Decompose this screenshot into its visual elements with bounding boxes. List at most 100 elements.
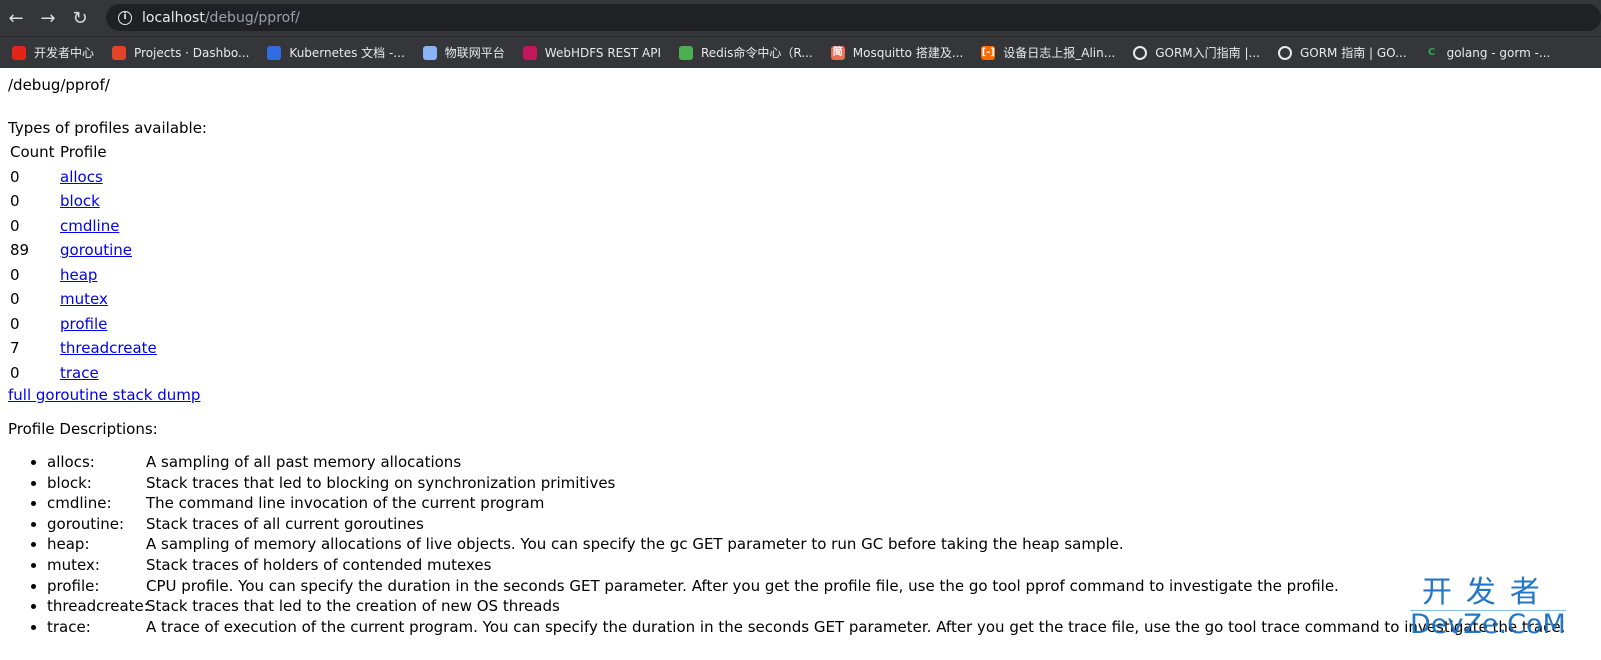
descriptions-heading: Profile Descriptions: <box>8 420 158 438</box>
profile-link-goroutine[interactable]: goroutine <box>60 241 132 259</box>
table-row: 0 profile <box>9 313 158 336</box>
bookmark-item[interactable]: 简 Mosquitto 搭建及... <box>830 44 963 61</box>
profile-link-allocs[interactable]: allocs <box>60 168 103 186</box>
description-name: allocs: <box>47 453 95 471</box>
table-row: 0 allocs <box>9 166 158 189</box>
kubernetes-icon <box>267 45 282 60</box>
page-content: /debug/pprof/ Types of profiles availabl… <box>8 76 1565 637</box>
jianshu-icon: 简 <box>830 45 845 60</box>
description-text: Stack traces that led to the creation of… <box>146 597 560 616</box>
list-item: threadcreate:Stack traces that led to th… <box>47 596 1565 617</box>
bookmark-label: 物联网平台 <box>444 46 505 60</box>
description-name: profile: <box>47 576 100 595</box>
bookmark-item[interactable]: WebHDFS REST API <box>522 45 661 60</box>
bookmark-label: Projects · Dashbo... <box>134 45 250 60</box>
description-text: The command line invocation of the curre… <box>146 494 545 513</box>
feather-icon <box>522 45 537 60</box>
list-item: heap: A sampling of memory allocations of… <box>47 534 1565 555</box>
description-name: threadcreate: <box>47 597 149 616</box>
profile-cell: allocs <box>59 166 158 189</box>
bookmark-label: 开发者中心 <box>34 46 95 60</box>
bookmark-label: GORM入门指南 |... <box>1155 46 1260 60</box>
header-count: Count <box>10 143 55 162</box>
descriptions-list: allocs: A sampling of all past memory all… <box>47 452 1565 637</box>
watermark: 开发者 DevZe.CoM <box>1410 576 1566 639</box>
profile-cell: goroutine <box>59 239 158 262</box>
table-row: 7 threadcreate <box>9 337 158 360</box>
globe-icon <box>1133 45 1148 60</box>
info-icon[interactable]: i <box>118 10 132 25</box>
description-name: goroutine: <box>47 514 125 533</box>
profile-cell: trace <box>59 362 158 385</box>
aliyun-icon <box>12 45 26 60</box>
profile-count: 0 <box>10 265 20 284</box>
profile-link-mutex[interactable]: mutex <box>60 290 108 308</box>
redis-stack-icon <box>679 45 693 60</box>
bookmark-item[interactable]: GORM 指南 | GO... <box>1277 44 1407 61</box>
description-name: mutex: <box>47 555 100 574</box>
table-row: 0 block <box>9 190 158 213</box>
profile-cell: mutex <box>59 288 158 311</box>
table-row: 0 heap <box>9 264 158 287</box>
bookmark-label: GORM 指南 | GO... <box>1299 46 1407 60</box>
bookmark-item[interactable]: 开发者中心 <box>12 44 94 61</box>
profile-cell: heap <box>59 264 158 287</box>
forward-arrow-icon[interactable]: → <box>32 8 64 29</box>
list-item: mutex: Stack traces of holders of contend… <box>47 555 1565 576</box>
reload-icon[interactable]: ↻ <box>64 8 96 29</box>
profile-link-trace[interactable]: trace <box>60 364 99 382</box>
browser-toolbar: ← → ↻ i localhost/debug/pprof/ <box>0 0 1601 36</box>
list-item: block: Stack traces that led to blocking … <box>47 473 1565 494</box>
description-name: cmdline: <box>47 494 112 513</box>
bookmarks-bar: 开发者中心 Projects · Dashbo... Kubernetes 文档 -… <box>0 36 1601 68</box>
types-heading: Types of profiles available: <box>8 119 207 137</box>
bookmark-item[interactable]: Cgolang - gorm -... <box>1425 45 1551 60</box>
bookmark-item[interactable]: Projects · Dashbo... <box>112 45 250 60</box>
bookmark-label: 设备日志上报_Alin... <box>1003 46 1116 60</box>
address-host: localhost <box>142 9 205 26</box>
list-item: trace: A trace of execution of the curren… <box>47 617 1565 638</box>
description-name: heap: <box>47 535 90 554</box>
bookmark-item[interactable]: 物联网平台 <box>422 44 505 61</box>
watermark-en: DevZe.CoM <box>1410 609 1566 640</box>
bookmark-item[interactable]: Redis命令中心（R... <box>679 44 813 61</box>
gitlab-icon <box>112 45 127 60</box>
header-profile: Profile <box>60 143 107 162</box>
table-row: 89 goroutine <box>9 239 158 262</box>
bookmark-label: Kubernetes 文档 -... <box>289 46 405 60</box>
list-item: goroutine: Stack traces of all current go… <box>47 514 1565 535</box>
bookmark-item[interactable]: Kubernetes 文档 -... <box>267 44 405 61</box>
description-text: Stack traces of all current goroutines <box>146 514 424 533</box>
table-row: 0 cmdline <box>9 215 158 238</box>
list-item: profile: CPU profile. You can specify the… <box>47 576 1565 597</box>
profile-link-cmdline[interactable]: cmdline <box>60 217 119 235</box>
profile-count: 89 <box>10 241 30 260</box>
profile-link-threadcreate[interactable]: threadcreate <box>60 339 157 357</box>
description-text: A sampling of memory allocations of live… <box>146 535 1124 554</box>
profiles-table: Count Profile 0 allocs 0 block 0 cmdline 89 goro… <box>7 139 160 386</box>
bookmark-label: WebHDFS REST API <box>544 45 661 60</box>
list-item: allocs: A sampling of all past memory all… <box>47 452 1565 473</box>
full-goroutine-dump-link[interactable]: full goroutine stack dump <box>8 386 200 404</box>
globe-icon <box>1277 45 1292 60</box>
bookmark-item[interactable]: GORM入门指南 |... <box>1133 44 1260 61</box>
profile-cell: block <box>59 190 158 213</box>
cloud-icon <box>422 45 437 60</box>
profile-count: 0 <box>10 216 20 235</box>
bookmark-item[interactable]: [-] 设备日志上报_Alin... <box>981 44 1115 61</box>
profile-count: 0 <box>10 167 20 186</box>
address-bar[interactable]: i localhost/debug/pprof/ <box>106 4 1601 31</box>
page-title: /debug/pprof/ <box>8 76 110 94</box>
profile-link-heap[interactable]: heap <box>60 266 97 284</box>
bookmark-label: golang - gorm -... <box>1446 45 1551 60</box>
profile-link-block[interactable]: block <box>60 192 100 210</box>
profile-cell: threadcreate <box>59 337 158 360</box>
description-text: A sampling of all past memory allocation… <box>146 453 462 471</box>
description-text: Stack traces that led to blocking on syn… <box>146 473 616 492</box>
description-text: Stack traces of holders of contended mut… <box>146 555 492 574</box>
back-arrow-icon[interactable]: ← <box>0 8 32 29</box>
profile-link-profile[interactable]: profile <box>60 315 107 333</box>
bookmark-label: Redis命令中心（R... <box>701 46 813 60</box>
profile-count: 0 <box>10 290 20 309</box>
profile-count: 0 <box>10 314 20 333</box>
